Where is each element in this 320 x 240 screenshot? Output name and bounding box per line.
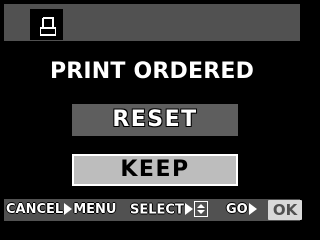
arrow-right-icon: [248, 202, 257, 215]
cancel-hint: CANCEL MENU: [6, 201, 116, 219]
page-title: PRINT ORDERED: [49, 59, 255, 84]
cancel-label: CANCEL: [6, 202, 64, 217]
menu-label: MENU: [73, 202, 117, 217]
print-icon: [40, 17, 56, 36]
select-label: SELECT: [130, 202, 184, 218]
go-label: GO: [226, 202, 248, 217]
keep-option[interactable]: KEEP: [72, 154, 238, 186]
ok-button[interactable]: OK: [268, 200, 302, 220]
up-down-icon: [193, 201, 208, 217]
select-hint: SELECT: [130, 201, 208, 219]
reset-option[interactable]: RESET: [72, 104, 238, 136]
footer-hint-bar: CANCEL MENU SELECT GO OK: [4, 199, 302, 221]
arrow-right-icon: [64, 202, 73, 215]
arrow-right-icon: [184, 203, 193, 215]
camera-screen: PRINT ORDERED RESET KEEP CANCEL MENU SELE…: [0, 0, 304, 226]
go-hint: GO: [226, 201, 258, 219]
